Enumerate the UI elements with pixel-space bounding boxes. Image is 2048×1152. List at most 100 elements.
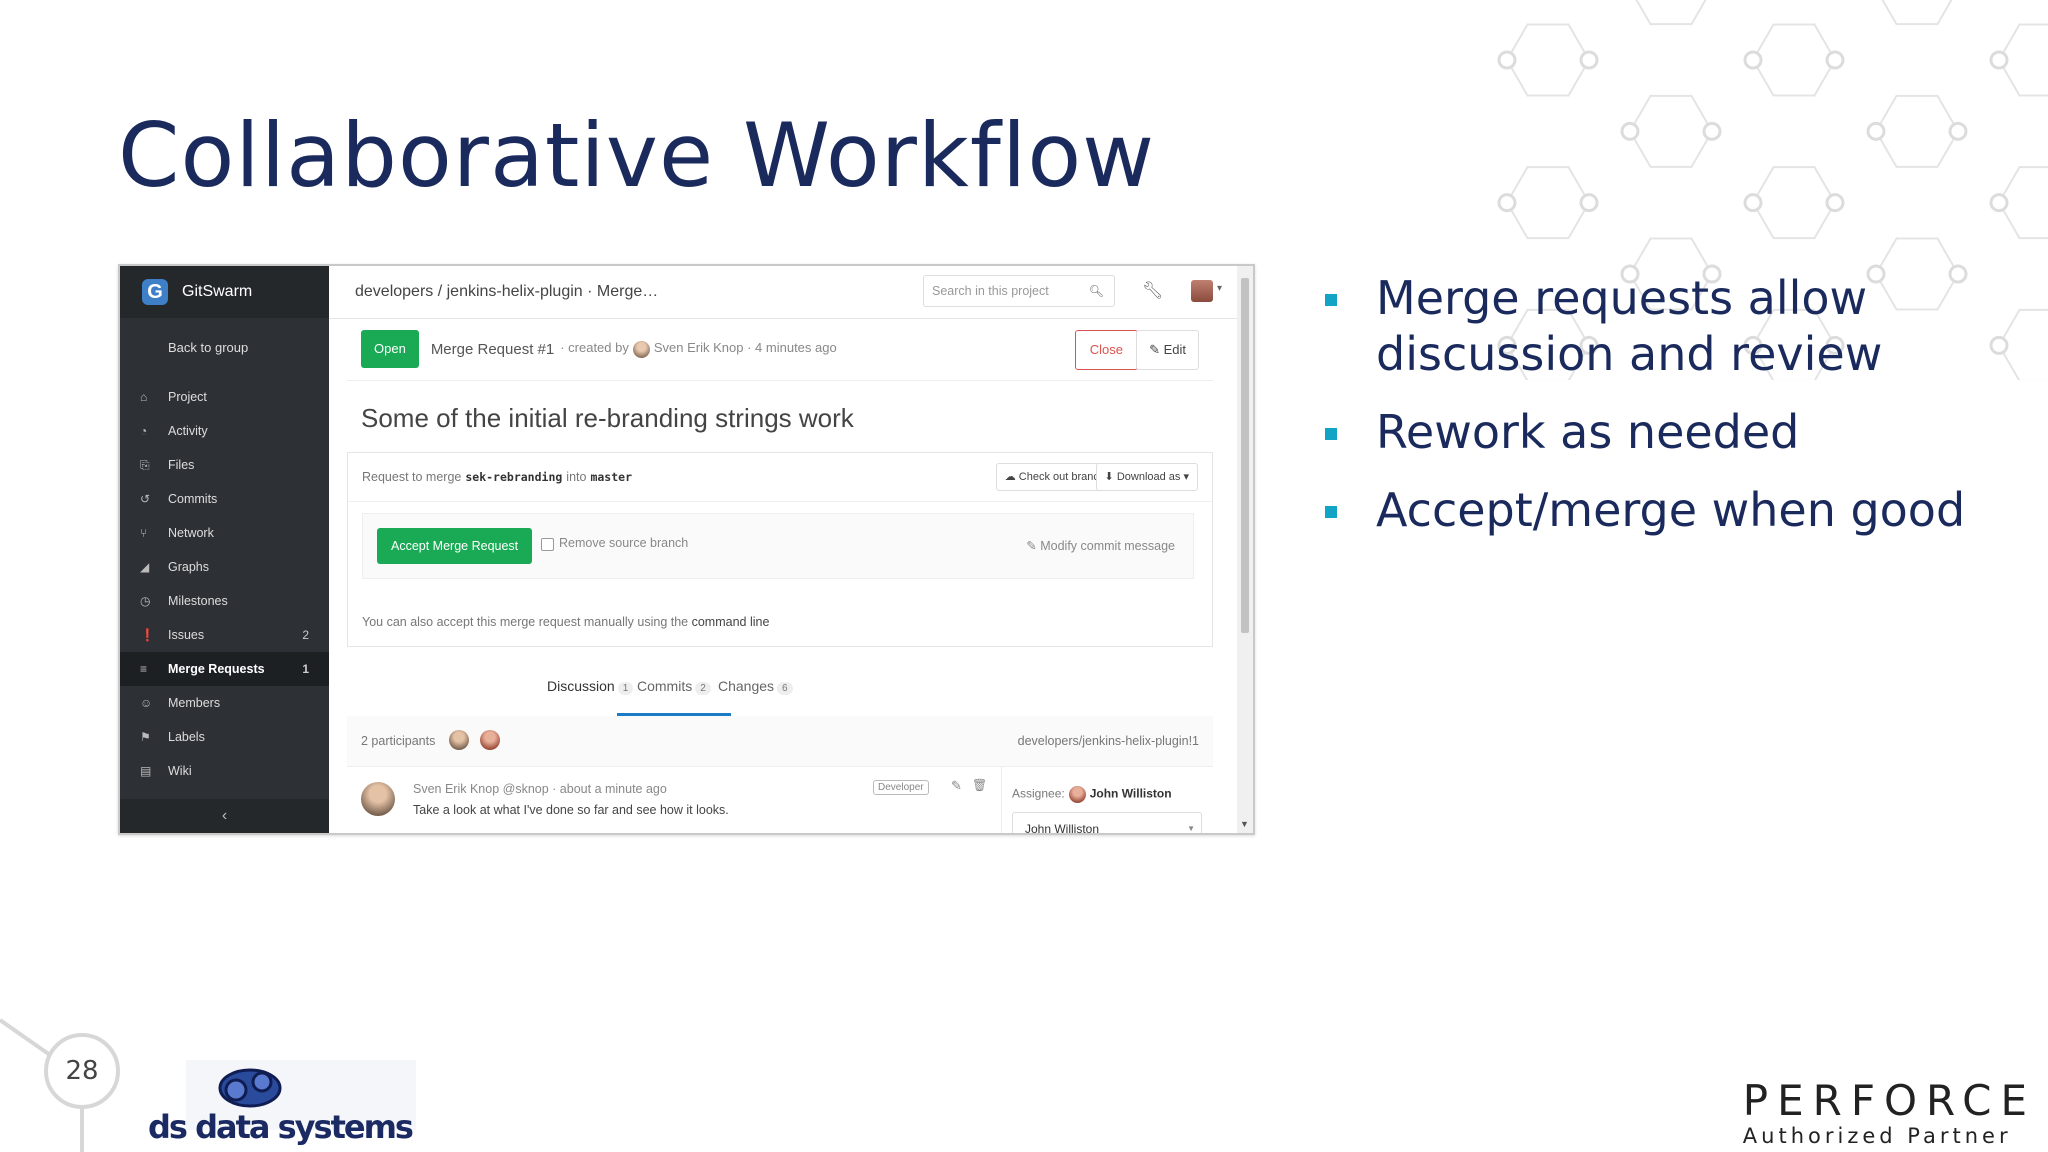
search-icon: 🔍︎ <box>1088 284 1104 298</box>
download-as-button[interactable]: ⬇ Download as ▾ <box>1095 463 1198 491</box>
sidebar-item-activity[interactable]: ◔ Activity <box>120 414 329 448</box>
back-to-group-link[interactable]: Back to group <box>120 318 329 380</box>
tags-icon: ⚑ <box>140 730 151 744</box>
note-body: Take a look at what I've done so far and… <box>413 803 729 817</box>
bullet-item: Accept/merge when good <box>1320 482 2048 538</box>
count-badge: 1 <box>302 662 309 676</box>
request-prefix: Request to merge <box>362 470 462 484</box>
sidebar-item-issues[interactable]: ❗ Issues 2 <box>120 618 329 652</box>
accept-row: Accept Merge Request Remove source branc… <box>362 513 1194 579</box>
search-input[interactable]: Search in this project 🔍︎ <box>923 275 1115 307</box>
bullet-list: Merge requests allow discussion and revi… <box>1320 270 2048 560</box>
mr-tabs: Discussion 1 Commits 2 Changes 6 <box>347 664 1213 717</box>
modify-commit-message-link[interactable]: ✎ Modify commit message <box>1026 538 1175 553</box>
avatar[interactable] <box>361 782 395 816</box>
hexagon-node <box>1620 121 1640 141</box>
user-avatar[interactable] <box>1191 280 1213 302</box>
tab-commits[interactable]: Commits 2 <box>637 678 711 695</box>
edit-icon: ✎ <box>1149 342 1164 357</box>
right-sidebar: Assignee: John Williston John Williston ▼ <box>1001 766 1214 833</box>
tab-discussion[interactable]: Discussion 1 <box>547 678 634 695</box>
hexagon-node <box>1743 50 1763 70</box>
sidebar-item-label: Labels <box>168 730 205 744</box>
dashboard-icon: ◔ <box>140 424 148 438</box>
scrollbar-thumb[interactable] <box>1241 278 1249 633</box>
company-logo-text: ds data systems <box>148 1108 414 1146</box>
sidebar-item-label: Graphs <box>168 560 209 574</box>
files-icon: ⎘ <box>140 457 150 472</box>
sidebar-item-label: Wiki <box>168 764 192 778</box>
accept-merge-request-button[interactable]: Accept Merge Request <box>377 528 533 564</box>
hexagon-shape <box>1505 166 1591 240</box>
perforce-logo: PERFORCE Authorized Partner <box>1742 1076 2036 1149</box>
gitswarm-logo-icon: G <box>142 279 168 305</box>
branch-icon: ⑂ <box>140 526 148 540</box>
sidebar-item-labels[interactable]: ⚑ Labels <box>120 720 329 754</box>
hexagon-node <box>1825 193 1845 213</box>
sidebar-item-merge-requests[interactable]: ≡ Merge Requests 1 <box>120 652 329 686</box>
brand[interactable]: G GitSwarm <box>120 266 329 318</box>
sidebar-item-milestones[interactable]: ◷ Milestones <box>120 584 329 618</box>
avatar <box>1068 786 1086 803</box>
sidebar-item-wiki[interactable]: ▤ Wiki <box>120 754 329 788</box>
mr-reference: developers/jenkins-helix-plugin!1 <box>1017 734 1199 748</box>
sidebar-item-label: Merge Requests <box>168 662 265 676</box>
download-icon: ⬇ <box>1104 471 1117 483</box>
wrench-icon[interactable]: 🔧︎ <box>1142 281 1164 301</box>
merge-widget: Request to merge sek-rebranding into mas… <box>347 452 1213 647</box>
sidebar-item-members[interactable]: ☺ Members <box>120 686 329 720</box>
edit-icon[interactable]: ✎ <box>951 778 962 794</box>
sidebar-item-label: Files <box>168 458 195 472</box>
assignee-name[interactable]: John Williston <box>1090 787 1172 801</box>
remove-source-branch-checkbox[interactable] <box>541 538 554 551</box>
status-badge: Open <box>361 330 419 368</box>
checkout-label: Check out branch <box>1018 471 1105 483</box>
tab-count: 6 <box>777 682 793 695</box>
tab-count: 2 <box>695 682 711 695</box>
caret-icon: ▾ <box>1180 471 1189 483</box>
assignee-select[interactable]: John Williston ▼ <box>1012 812 1202 833</box>
sidebar-item-label: Network <box>168 526 214 540</box>
assignee-row: Assignee: John Williston <box>1012 786 1172 803</box>
sidebar-item-network[interactable]: ⑂ Network <box>120 516 329 550</box>
edit-button[interactable]: ✎ Edit <box>1136 330 1199 370</box>
note-meta: @sknop · about a minute ago <box>502 782 667 796</box>
sidebar-item-files[interactable]: ⎘ Files <box>120 448 329 482</box>
hexagon-shape <box>1628 94 1714 168</box>
mr-author[interactable]: Sven Erik Knop <box>654 340 744 355</box>
sidebar-item-graphs[interactable]: ◢ Graphs <box>120 550 329 584</box>
gitswarm-screenshot: G GitSwarm Back to group ⌂ Project ◔ Activi… <box>118 264 1255 835</box>
trash-icon[interactable]: 🗑︎ <box>972 778 987 792</box>
sidebar-item-label: Members <box>168 696 221 710</box>
avatar[interactable] <box>449 730 469 750</box>
hexagon-node <box>1702 121 1722 141</box>
note-author-name[interactable]: Sven Erik Knop <box>413 782 499 796</box>
scrollbar[interactable]: ▼ <box>1237 266 1253 833</box>
chevron-down-icon[interactable]: ▾ <box>1217 283 1222 294</box>
merge-request-content: Open Merge Request #1 · created by Sven E… <box>347 318 1213 833</box>
bullet-item: Rework as needed <box>1320 404 2048 460</box>
sidebar-item-label: Commits <box>168 492 218 506</box>
list-icon: ≡ <box>140 662 148 676</box>
tab-label: Commits <box>637 678 693 694</box>
mr-created-by: · created by Sven Erik Knop · 4 minutes a… <box>560 340 837 358</box>
decorative-line <box>0 1018 51 1057</box>
hexagon-node <box>1866 121 1886 141</box>
breadcrumb[interactable]: developers / jenkins-helix-plugin · Merg… <box>355 283 658 301</box>
sidebar-item-project[interactable]: ⌂ Project <box>120 380 329 414</box>
close-button[interactable]: Close <box>1074 330 1138 370</box>
command-line-link[interactable]: command line <box>692 615 770 629</box>
hexagon-node <box>1579 193 1599 213</box>
modify-label: Modify commit message <box>1040 539 1175 553</box>
tab-changes[interactable]: Changes 6 <box>718 678 793 695</box>
sidebar-item-commits[interactable]: ↺ Commits <box>120 482 329 516</box>
mr-title: Some of the initial re-branding strings … <box>361 403 854 433</box>
partner-logo-word: PERFORCE <box>1742 1076 2036 1125</box>
avatar[interactable] <box>480 730 500 750</box>
mr-time: · 4 minutes ago <box>747 340 837 356</box>
collapse-sidebar-button[interactable]: ‹ <box>120 799 329 833</box>
remove-source-branch-label[interactable]: Remove source branch <box>559 536 688 550</box>
participants-row: 2 participants developers/jenkins-helix-… <box>347 716 1213 767</box>
into-label: into <box>566 470 587 484</box>
scroll-down-icon[interactable]: ▼ <box>1240 819 1249 829</box>
